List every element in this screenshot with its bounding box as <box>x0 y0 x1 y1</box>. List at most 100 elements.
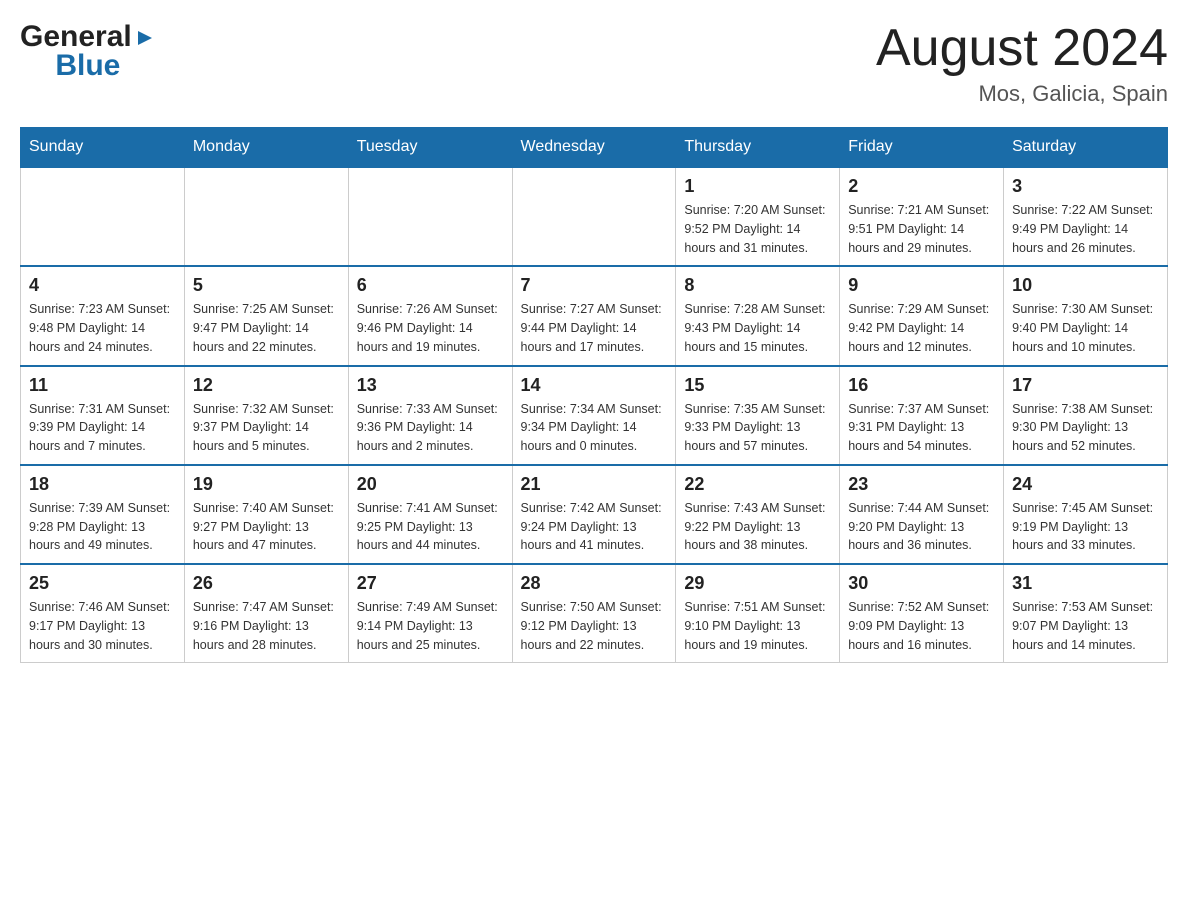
logo-blue-text: Blue <box>20 49 156 82</box>
title-section: August 2024 Mos, Galicia, Spain <box>876 20 1168 107</box>
day-number: 20 <box>357 474 504 495</box>
day-number: 13 <box>357 375 504 396</box>
day-number: 12 <box>193 375 340 396</box>
day-number: 10 <box>1012 275 1159 296</box>
day-info: Sunrise: 7:30 AM Sunset: 9:40 PM Dayligh… <box>1012 300 1159 356</box>
day-info: Sunrise: 7:34 AM Sunset: 9:34 PM Dayligh… <box>521 400 668 456</box>
day-number: 8 <box>684 275 831 296</box>
col-tuesday: Tuesday <box>348 128 512 168</box>
calendar-week-row: 11Sunrise: 7:31 AM Sunset: 9:39 PM Dayli… <box>21 366 1168 465</box>
day-number: 30 <box>848 573 995 594</box>
day-number: 27 <box>357 573 504 594</box>
table-row: 2 Sunrise: 7:21 AM Sunset: 9:51 PM Daylig… <box>840 167 1004 266</box>
day-info: Sunrise: 7:29 AM Sunset: 9:42 PM Dayligh… <box>848 300 995 356</box>
day-info: Sunrise: 7:41 AM Sunset: 9:25 PM Dayligh… <box>357 499 504 555</box>
day-info: Sunrise: 7:52 AM Sunset: 9:09 PM Dayligh… <box>848 598 995 654</box>
day-info: Sunrise: 7:50 AM Sunset: 9:12 PM Dayligh… <box>521 598 668 654</box>
table-row: 21Sunrise: 7:42 AM Sunset: 9:24 PM Dayli… <box>512 465 676 564</box>
day-number: 18 <box>29 474 176 495</box>
table-row: 3 Sunrise: 7:22 AM Sunset: 9:49 PM Daylig… <box>1004 167 1168 266</box>
day-info: Sunrise: 7:27 AM Sunset: 9:44 PM Dayligh… <box>521 300 668 356</box>
table-row: 26 Sunrise: 7:47 AM Sunset: 9:16 PM Dayli… <box>184 564 348 663</box>
day-number: 19 <box>193 474 340 495</box>
day-number: 31 <box>1012 573 1159 594</box>
day-number: 22 <box>684 474 831 495</box>
table-row: 19 Sunrise: 7:40 AM Sunset: 9:27 PM Dayli… <box>184 465 348 564</box>
table-row <box>348 167 512 266</box>
day-info: Sunrise: 7:28 AM Sunset: 9:43 PM Dayligh… <box>684 300 831 356</box>
table-row: 5Sunrise: 7:25 AM Sunset: 9:47 PM Daylig… <box>184 266 348 365</box>
location-title: Mos, Galicia, Spain <box>876 81 1168 107</box>
table-row: 7 Sunrise: 7:27 AM Sunset: 9:44 PM Daylig… <box>512 266 676 365</box>
table-row: 10 Sunrise: 7:30 AM Sunset: 9:40 PM Dayli… <box>1004 266 1168 365</box>
table-row: 23 Sunrise: 7:44 AM Sunset: 9:20 PM Dayli… <box>840 465 1004 564</box>
day-info: Sunrise: 7:31 AM Sunset: 9:39 PM Dayligh… <box>29 400 176 456</box>
day-info: Sunrise: 7:21 AM Sunset: 9:51 PM Dayligh… <box>848 201 995 257</box>
day-info: Sunrise: 7:33 AM Sunset: 9:36 PM Dayligh… <box>357 400 504 456</box>
day-info: Sunrise: 7:32 AM Sunset: 9:37 PM Dayligh… <box>193 400 340 456</box>
day-info: Sunrise: 7:51 AM Sunset: 9:10 PM Dayligh… <box>684 598 831 654</box>
table-row <box>184 167 348 266</box>
day-info: Sunrise: 7:25 AM Sunset: 9:47 PM Dayligh… <box>193 300 340 356</box>
day-number: 25 <box>29 573 176 594</box>
table-row: 11Sunrise: 7:31 AM Sunset: 9:39 PM Dayli… <box>21 366 185 465</box>
table-row: 6Sunrise: 7:26 AM Sunset: 9:46 PM Daylig… <box>348 266 512 365</box>
day-number: 7 <box>521 275 668 296</box>
day-info: Sunrise: 7:46 AM Sunset: 9:17 PM Dayligh… <box>29 598 176 654</box>
day-info: Sunrise: 7:35 AM Sunset: 9:33 PM Dayligh… <box>684 400 831 456</box>
col-friday: Friday <box>840 128 1004 168</box>
logo: General Blue <box>20 20 156 82</box>
day-number: 26 <box>193 573 340 594</box>
logo-arrow-icon <box>134 21 156 52</box>
calendar-week-row: 18 Sunrise: 7:39 AM Sunset: 9:28 PM Dayli… <box>21 465 1168 564</box>
col-saturday: Saturday <box>1004 128 1168 168</box>
table-row: 22 Sunrise: 7:43 AM Sunset: 9:22 PM Dayli… <box>676 465 840 564</box>
table-row: 1Sunrise: 7:20 AM Sunset: 9:52 PM Daylig… <box>676 167 840 266</box>
day-number: 24 <box>1012 474 1159 495</box>
day-number: 21 <box>521 474 668 495</box>
day-info: Sunrise: 7:40 AM Sunset: 9:27 PM Dayligh… <box>193 499 340 555</box>
table-row: 31 Sunrise: 7:53 AM Sunset: 9:07 PM Dayli… <box>1004 564 1168 663</box>
table-row: 27 Sunrise: 7:49 AM Sunset: 9:14 PM Dayli… <box>348 564 512 663</box>
day-number: 29 <box>684 573 831 594</box>
day-number: 23 <box>848 474 995 495</box>
table-row: 24 Sunrise: 7:45 AM Sunset: 9:19 PM Dayli… <box>1004 465 1168 564</box>
day-number: 4 <box>29 275 176 296</box>
day-info: Sunrise: 7:38 AM Sunset: 9:30 PM Dayligh… <box>1012 400 1159 456</box>
day-info: Sunrise: 7:37 AM Sunset: 9:31 PM Dayligh… <box>848 400 995 456</box>
day-number: 15 <box>684 375 831 396</box>
day-number: 16 <box>848 375 995 396</box>
table-row <box>512 167 676 266</box>
day-info: Sunrise: 7:26 AM Sunset: 9:46 PM Dayligh… <box>357 300 504 356</box>
day-info: Sunrise: 7:45 AM Sunset: 9:19 PM Dayligh… <box>1012 499 1159 555</box>
calendar-week-row: 4 Sunrise: 7:23 AM Sunset: 9:48 PM Daylig… <box>21 266 1168 365</box>
day-info: Sunrise: 7:44 AM Sunset: 9:20 PM Dayligh… <box>848 499 995 555</box>
table-row: 20 Sunrise: 7:41 AM Sunset: 9:25 PM Dayli… <box>348 465 512 564</box>
table-row: 8 Sunrise: 7:28 AM Sunset: 9:43 PM Daylig… <box>676 266 840 365</box>
day-number: 14 <box>521 375 668 396</box>
table-row: 16 Sunrise: 7:37 AM Sunset: 9:31 PM Dayli… <box>840 366 1004 465</box>
day-info: Sunrise: 7:22 AM Sunset: 9:49 PM Dayligh… <box>1012 201 1159 257</box>
table-row: 14 Sunrise: 7:34 AM Sunset: 9:34 PM Dayli… <box>512 366 676 465</box>
month-title: August 2024 <box>876 20 1168 77</box>
table-row: 9Sunrise: 7:29 AM Sunset: 9:42 PM Daylig… <box>840 266 1004 365</box>
day-info: Sunrise: 7:53 AM Sunset: 9:07 PM Dayligh… <box>1012 598 1159 654</box>
day-info: Sunrise: 7:23 AM Sunset: 9:48 PM Dayligh… <box>29 300 176 356</box>
day-number: 2 <box>848 176 995 197</box>
calendar-week-row: 1Sunrise: 7:20 AM Sunset: 9:52 PM Daylig… <box>21 167 1168 266</box>
day-info: Sunrise: 7:47 AM Sunset: 9:16 PM Dayligh… <box>193 598 340 654</box>
table-row: 15 Sunrise: 7:35 AM Sunset: 9:33 PM Dayli… <box>676 366 840 465</box>
table-row: 18 Sunrise: 7:39 AM Sunset: 9:28 PM Dayli… <box>21 465 185 564</box>
day-number: 3 <box>1012 176 1159 197</box>
day-info: Sunrise: 7:43 AM Sunset: 9:22 PM Dayligh… <box>684 499 831 555</box>
col-sunday: Sunday <box>21 128 185 168</box>
day-info: Sunrise: 7:49 AM Sunset: 9:14 PM Dayligh… <box>357 598 504 654</box>
table-row: 30 Sunrise: 7:52 AM Sunset: 9:09 PM Dayli… <box>840 564 1004 663</box>
table-row: 17 Sunrise: 7:38 AM Sunset: 9:30 PM Dayli… <box>1004 366 1168 465</box>
table-row: 29 Sunrise: 7:51 AM Sunset: 9:10 PM Dayli… <box>676 564 840 663</box>
calendar-table: Sunday Monday Tuesday Wednesday Thursday… <box>20 127 1168 663</box>
col-thursday: Thursday <box>676 128 840 168</box>
day-number: 17 <box>1012 375 1159 396</box>
col-monday: Monday <box>184 128 348 168</box>
day-info: Sunrise: 7:39 AM Sunset: 9:28 PM Dayligh… <box>29 499 176 555</box>
